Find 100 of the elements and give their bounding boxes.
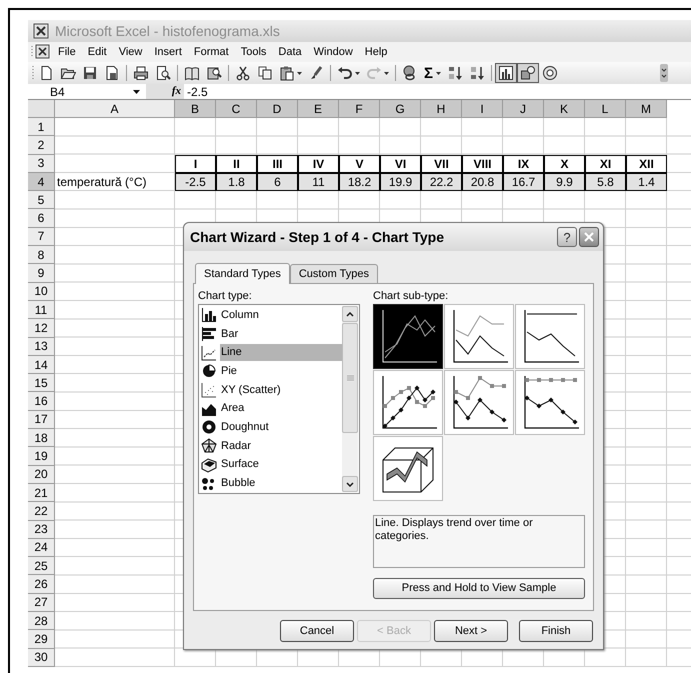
caret-icon[interactable] xyxy=(355,72,360,74)
row-header[interactable]: 10 xyxy=(28,282,55,301)
scrollbar[interactable] xyxy=(342,306,358,492)
menu-item[interactable]: Insert xyxy=(148,44,188,60)
table-cell: I xyxy=(175,154,216,173)
caret-icon[interactable] xyxy=(297,72,302,74)
menu-item[interactable]: Format xyxy=(188,44,235,60)
list-item[interactable]: XY (Scatter) xyxy=(220,382,342,399)
row-header[interactable]: 16 xyxy=(28,392,55,411)
sum-button[interactable]: Σ xyxy=(421,63,444,83)
list-item[interactable]: Doughnut xyxy=(220,418,342,436)
chart-subtype-option[interactable] xyxy=(444,370,514,435)
row-header[interactable]: 13 xyxy=(28,338,55,356)
formula-field[interactable]: -2.5 xyxy=(184,86,208,98)
toolbar-grip[interactable] xyxy=(31,65,35,81)
row-header[interactable]: 11 xyxy=(28,300,55,320)
list-item[interactable]: Bar xyxy=(220,326,342,343)
row-header[interactable]: 28 xyxy=(28,612,55,630)
sheet-heading[interactable]: C xyxy=(216,100,257,118)
row-header[interactable]: 14 xyxy=(28,356,55,374)
row-header[interactable]: 21 xyxy=(28,484,55,502)
list-item[interactable]: Line xyxy=(220,344,342,362)
row-header[interactable]: 12 xyxy=(28,319,55,338)
sheet-heading[interactable]: I xyxy=(462,100,503,118)
row-header[interactable]: 9 xyxy=(28,264,55,283)
menu-item[interactable]: Tools xyxy=(234,44,272,60)
row-header[interactable]: 4 xyxy=(28,172,55,192)
table-cell: 5.8 xyxy=(585,172,626,192)
menu-item[interactable]: Window xyxy=(308,44,359,60)
chart-subtype-option[interactable] xyxy=(444,304,514,369)
list-item[interactable]: Column xyxy=(220,306,342,324)
chart-subtype-option[interactable] xyxy=(515,370,585,435)
sheet-heading[interactable]: K xyxy=(544,100,585,118)
chart-subtype-option[interactable] xyxy=(373,304,443,369)
sheet-heading[interactable]: M xyxy=(626,100,667,118)
help-button[interactable]: ? xyxy=(557,227,577,247)
row-header[interactable]: 15 xyxy=(28,374,55,392)
function-label[interactable]: fx xyxy=(172,86,181,97)
tab[interactable]: Custom Types xyxy=(290,264,378,283)
caret-icon[interactable] xyxy=(436,72,442,74)
row-header[interactable]: 20 xyxy=(28,466,55,484)
row-header[interactable]: 18 xyxy=(28,429,55,448)
scroll-up-icon[interactable] xyxy=(342,306,358,322)
chart-subtype-option[interactable] xyxy=(373,436,443,501)
sample-button[interactable]: Press and Hold to View Sample xyxy=(373,578,585,599)
chart-subtype-option[interactable] xyxy=(515,304,585,369)
sheet-heading[interactable]: H xyxy=(421,100,462,118)
row-header[interactable]: 8 xyxy=(28,246,55,264)
chart-type-list[interactable]: Column Bar Line Pie XY (Scatter) Area Doughnut Radar Surface Bubble xyxy=(198,304,360,494)
row-header[interactable]: 7 xyxy=(28,228,55,246)
sheet-heading[interactable]: L xyxy=(585,100,626,118)
scroll-thumb[interactable] xyxy=(342,323,358,433)
list-item[interactable]: Pie xyxy=(220,362,342,380)
sheet-heading[interactable]: B xyxy=(175,100,216,118)
menu-item[interactable]: Help xyxy=(358,44,394,60)
list-item[interactable]: Area xyxy=(220,400,342,418)
menu-item[interactable]: Edit xyxy=(82,44,113,60)
row-header[interactable]: 6 xyxy=(28,209,55,228)
toolbar-options-icon[interactable] xyxy=(660,64,668,82)
chart-subtype-option[interactable] xyxy=(373,370,443,435)
row-header[interactable]: 26 xyxy=(28,575,55,594)
table-cell: 18.2 xyxy=(339,172,380,192)
clipboard-icon[interactable] xyxy=(279,65,295,81)
sheet-heading[interactable]: G xyxy=(380,100,421,118)
table-cell: V xyxy=(339,154,380,173)
row-header[interactable]: 30 xyxy=(28,648,55,667)
row-header[interactable]: 27 xyxy=(28,594,55,612)
row-header[interactable]: 2 xyxy=(28,136,55,155)
dialog-button[interactable]: Cancel xyxy=(280,620,354,642)
table-cell: II xyxy=(216,154,257,173)
row-header[interactable]: 23 xyxy=(28,520,55,539)
menu-item[interactable]: View xyxy=(112,44,148,60)
row-header[interactable]: 5 xyxy=(28,191,55,210)
sheet-heading[interactable]: D xyxy=(257,100,298,118)
dialog-button[interactable]: Next > xyxy=(434,620,508,642)
row-header[interactable]: 29 xyxy=(28,630,55,649)
list-item[interactable]: Bubble xyxy=(220,475,342,492)
row-header[interactable]: 25 xyxy=(28,557,55,576)
caret-icon[interactable] xyxy=(384,72,389,74)
undo-arrow-icon[interactable] xyxy=(337,65,353,81)
dialog-title: Chart Wizard - Step 1 of 4 - Chart Type xyxy=(190,228,444,247)
sheet-heading[interactable]: A xyxy=(55,100,175,118)
table-cell: 6 xyxy=(257,172,298,192)
sheet-heading[interactable]: J xyxy=(503,100,544,118)
sheet-heading[interactable]: F xyxy=(339,100,380,118)
dialog-button[interactable]: Finish xyxy=(519,620,593,642)
menu-item[interactable]: File xyxy=(52,44,82,60)
row-header[interactable]: 22 xyxy=(28,502,55,521)
row-header[interactable]: 3 xyxy=(28,154,55,173)
row-header[interactable]: 17 xyxy=(28,410,55,430)
menu-item[interactable]: Data xyxy=(272,44,308,60)
list-item[interactable]: Radar xyxy=(220,438,342,455)
sheet-heading[interactable]: E xyxy=(298,100,339,118)
list-item[interactable]: Surface xyxy=(220,456,342,474)
row-header[interactable]: 24 xyxy=(28,538,55,558)
row-header[interactable]: 19 xyxy=(28,447,55,466)
tab[interactable]: Standard Types xyxy=(195,263,290,284)
row-header[interactable]: 1 xyxy=(28,118,55,136)
scroll-down-icon[interactable] xyxy=(342,476,358,492)
close-button[interactable] xyxy=(579,227,599,247)
